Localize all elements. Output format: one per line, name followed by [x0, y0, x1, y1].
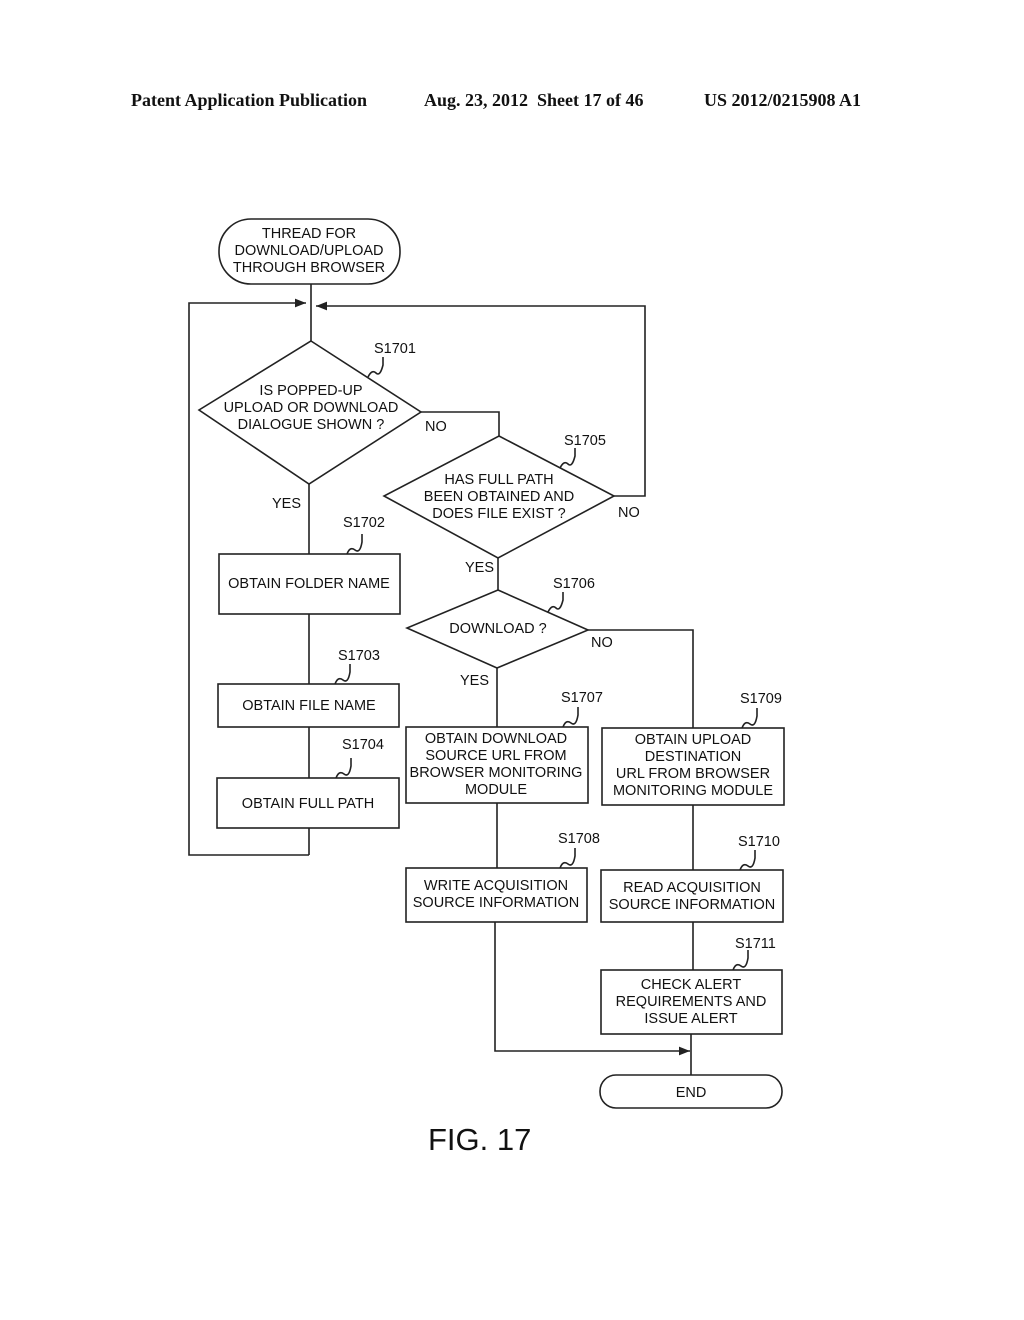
squiggle-s1709: [741, 708, 758, 729]
flowchart: THREAD FOR DOWNLOAD/UPLOAD THROUGH BROWS…: [188, 218, 785, 1157]
squiggle-s1705: [559, 448, 576, 469]
s1709-text-3: URL FROM BROWSER: [616, 766, 770, 782]
squiggle-s1708: [559, 848, 576, 869]
squiggle-s1703: [334, 664, 351, 685]
s1709-text-2: DESTINATION: [645, 749, 741, 765]
squiggle-s1711: [732, 950, 749, 971]
s1708-text-1: WRITE ACQUISITION: [424, 878, 568, 894]
s1710-text-2: SOURCE INFORMATION: [609, 897, 775, 913]
step-id-s1704: S1704: [342, 737, 384, 753]
s1704-text: OBTAIN FULL PATH: [242, 796, 374, 812]
label-no-s1701: NO: [425, 419, 447, 435]
step-id-s1709: S1709: [740, 691, 782, 707]
step-id-s1710: S1710: [738, 834, 780, 850]
process-s1710: READ ACQUISITION SOURCE INFORMATION S171…: [600, 834, 784, 923]
s1711-text-3: ISSUE ALERT: [644, 1011, 737, 1027]
s1706-text: DOWNLOAD ?: [449, 621, 547, 637]
label-yes-s1705: YES: [465, 560, 494, 576]
s1709-text-4: MONITORING MODULE: [613, 783, 773, 799]
squiggle-s1707: [562, 707, 579, 728]
s1707-text-3: BROWSER MONITORING: [410, 765, 583, 781]
s1701-text-3: DIALOGUE SHOWN ?: [238, 417, 385, 433]
process-s1707: OBTAIN DOWNLOAD SOURCE URL FROM BROWSER …: [405, 690, 603, 804]
step-id-s1711: S1711: [735, 936, 776, 952]
s1711-text-1: CHECK ALERT: [641, 977, 742, 993]
decision-s1701: IS POPPED-UP UPLOAD OR DOWNLOAD DIALOGUE…: [197, 340, 423, 485]
s1707-text-2: SOURCE URL FROM: [425, 748, 566, 764]
end-text: END: [676, 1085, 707, 1101]
start-terminator: THREAD FOR DOWNLOAD/UPLOAD THROUGH BROWS…: [218, 218, 401, 285]
squiggle-s1710: [739, 850, 756, 871]
end-terminator: END: [599, 1074, 783, 1109]
step-id-s1707: S1707: [561, 690, 603, 706]
step-id-s1708: S1708: [558, 831, 600, 847]
squiggle-s1701: [367, 357, 384, 378]
process-s1711: CHECK ALERT REQUIREMENTS AND ISSUE ALERT…: [600, 936, 783, 1035]
s1703-text: OBTAIN FILE NAME: [242, 698, 376, 714]
s1709-text-1: OBTAIN UPLOAD: [635, 732, 752, 748]
s1707-text-4: MODULE: [465, 782, 527, 798]
step-id-s1705: S1705: [564, 433, 606, 449]
s1707-text-1: OBTAIN DOWNLOAD: [425, 731, 567, 747]
s1711-text-2: REQUIREMENTS AND: [616, 994, 767, 1010]
s1705-text-1: HAS FULL PATH: [444, 472, 553, 488]
figure-label: FIG. 17: [428, 1122, 531, 1157]
label-no-s1705: NO: [618, 505, 640, 521]
step-id-s1702: S1702: [343, 515, 385, 531]
s1702-text: OBTAIN FOLDER NAME: [228, 576, 390, 592]
s1701-text-2: UPLOAD OR DOWNLOAD: [224, 400, 399, 416]
step-id-s1706: S1706: [553, 576, 595, 592]
decision-s1705: HAS FULL PATH BEEN OBTAINED AND DOES FIL…: [382, 433, 616, 559]
squiggle-s1704: [335, 758, 352, 779]
label-yes-s1701: YES: [272, 496, 301, 512]
s1708-text-2: SOURCE INFORMATION: [413, 895, 579, 911]
decision-s1706: DOWNLOAD ? S1706: [404, 576, 595, 669]
label-no-s1706: NO: [591, 635, 613, 651]
step-id-s1701: S1701: [374, 341, 416, 357]
s1705-text-2: BEEN OBTAINED AND: [424, 489, 574, 505]
step-id-s1703: S1703: [338, 648, 380, 664]
start-line-3: THROUGH BROWSER: [233, 260, 385, 276]
start-line-2: DOWNLOAD/UPLOAD: [234, 243, 383, 259]
label-yes-s1706: YES: [460, 673, 489, 689]
start-line-1: THREAD FOR: [262, 226, 356, 242]
squiggle-s1702: [346, 534, 363, 555]
squiggle-s1706: [547, 592, 564, 613]
process-s1708: WRITE ACQUISITION SOURCE INFORMATION S17…: [405, 831, 600, 923]
s1705-text-3: DOES FILE EXIST ?: [432, 506, 566, 522]
process-s1704: OBTAIN FULL PATH S1704: [216, 737, 400, 829]
s1710-text-1: READ ACQUISITION: [623, 880, 761, 896]
s1701-text-1: IS POPPED-UP: [259, 383, 362, 399]
